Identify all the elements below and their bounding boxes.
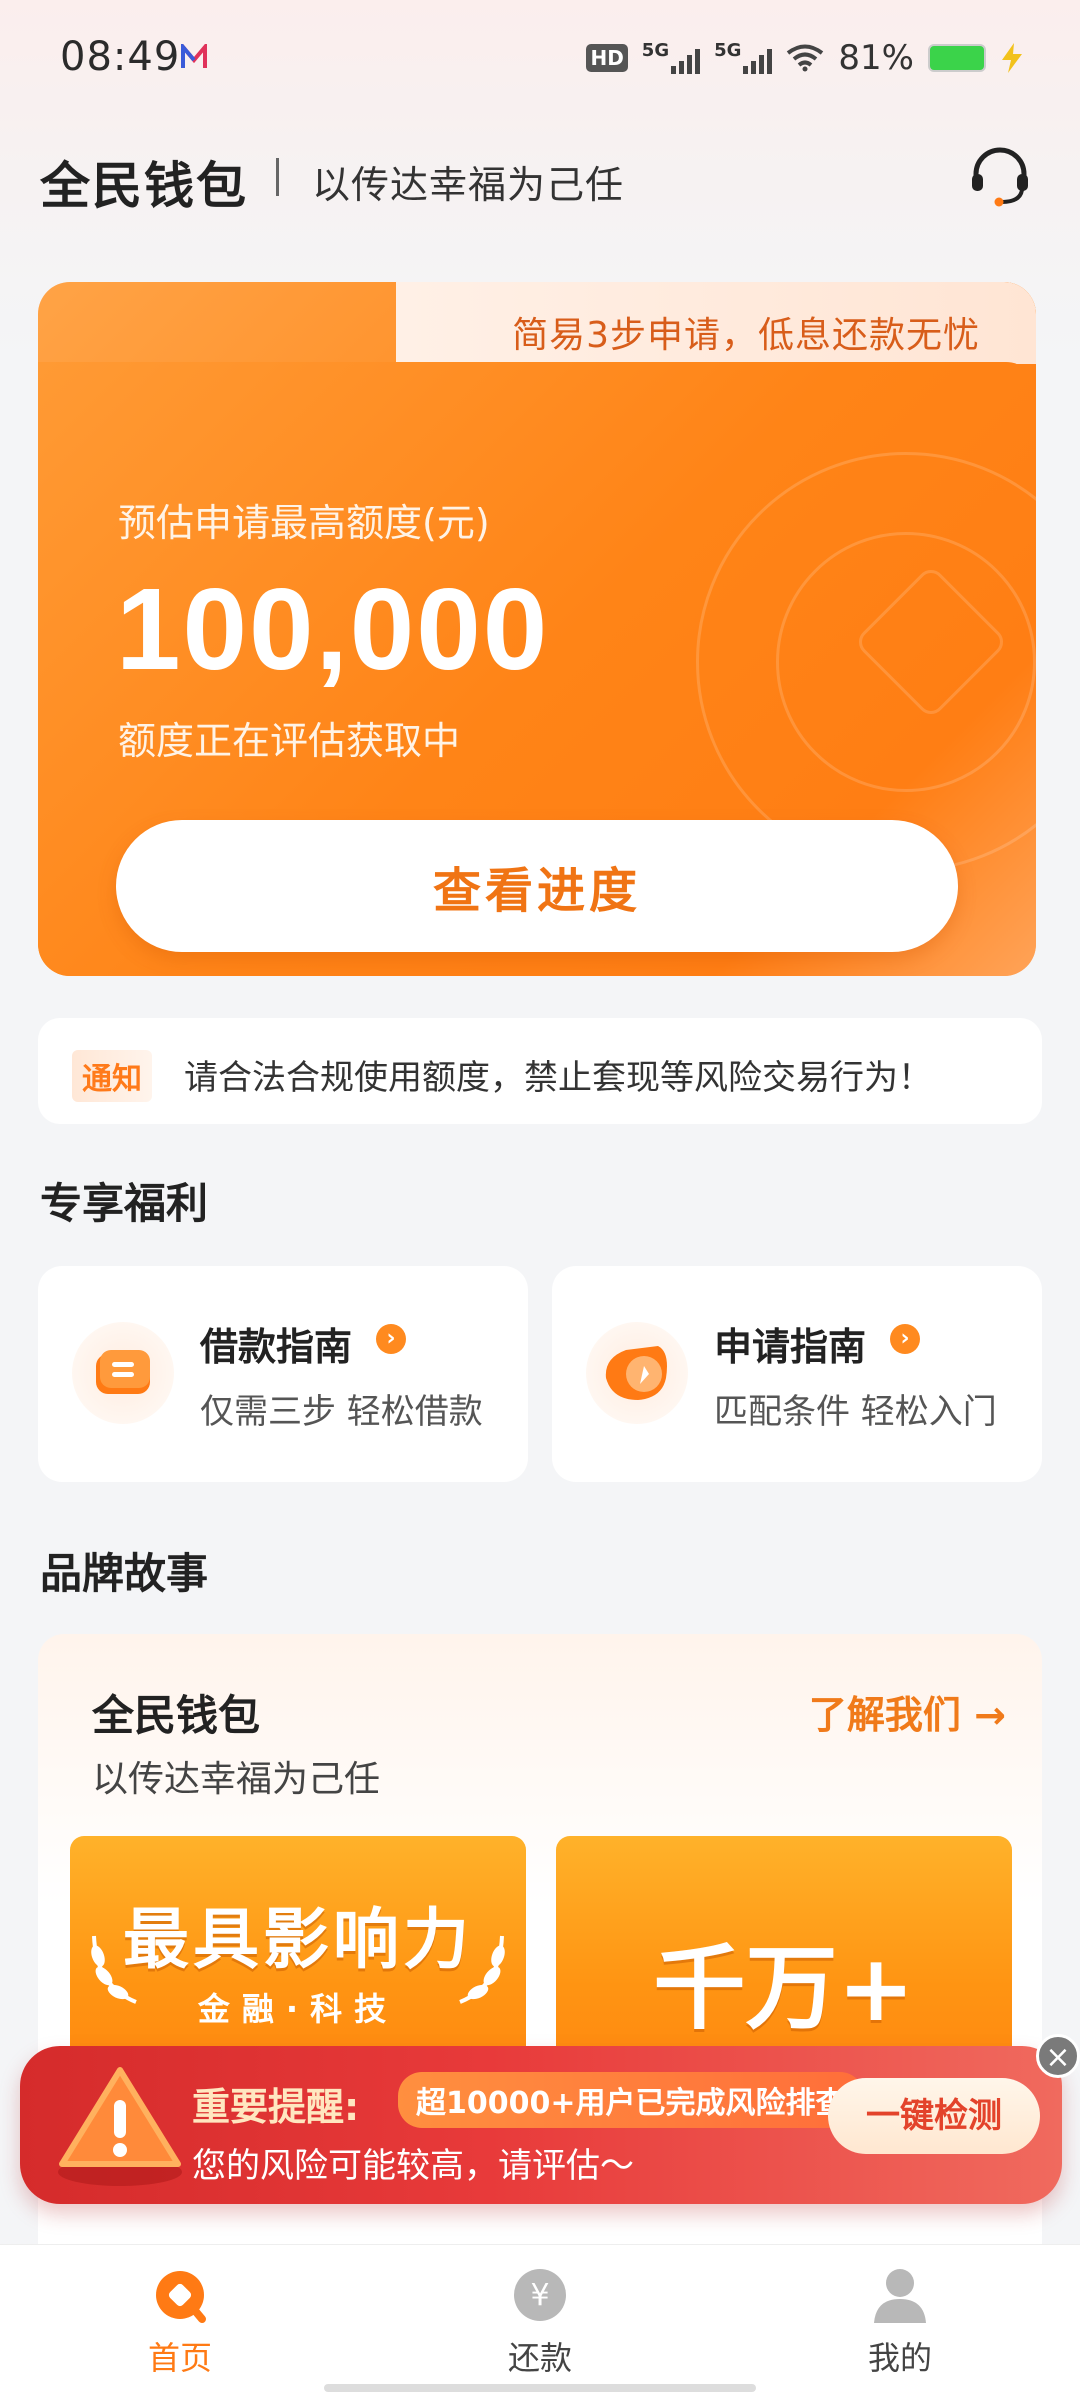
chevron-right-icon: › [376,1324,406,1354]
risk-reminder-banner[interactable]: 重要提醒: 超10000+用户已完成风险排查 您的风险可能较高，请评估～ 一键检… [20,2046,1062,2204]
app-header: 全民钱包 以传达幸福为己任 [40,140,1040,220]
home-indicator[interactable] [324,2384,756,2392]
status-time: 08:49 [60,34,181,80]
status-indicators: HD 5G 5G 81% [586,38,1024,78]
risk-stat-pill: 超10000+用户已完成风险排查 [398,2072,864,2128]
borrow-guide-card[interactable]: 借款指南 › 仅需三步 轻松借款 [38,1266,528,1482]
benefits-section-title: 专享福利 [40,1179,209,1228]
notice-tag: 通知 [72,1050,152,1102]
customer-service-icon[interactable] [966,142,1034,210]
apply-guide-title: 申请指南 [714,1325,867,1369]
notice-bar[interactable]: 通知 请合法合规使用额度，禁止套现等风险交易行为！ [38,1018,1042,1124]
home-icon [156,2271,206,2323]
app-page: 08:49 HD 5G 5G 81% 全民钱包 以传达幸福为己任 简易3步申请，… [0,0,1080,2400]
profile-icon [874,2269,926,2323]
network-type-1: 5G [641,40,670,61]
network-type-2: 5G [714,40,742,61]
brand-story-section-title: 品牌故事 [40,1549,209,1598]
tab-repay[interactable]: ¥ 还款 [450,2265,630,2379]
brand-slogan: 以传达幸福为己任 [312,163,625,207]
battery-icon [928,44,986,72]
story-title: 全民钱包 [92,1691,261,1740]
status-bar: 08:49 HD 5G 5G 81% [0,0,1080,120]
story-subtitle: 以传达幸福为己任 [92,1759,381,1800]
credit-limit-card: 简易3步申请，低息还款无忧 预估申请最高额度(元) 100,000 额度正在评估… [38,282,1036,976]
app-notification-icon [181,44,207,68]
hd-badge: HD [586,44,628,72]
limit-amount: 100,000 [116,564,550,694]
tab-profile-label: 我的 [867,2339,932,2377]
close-icon[interactable]: × [1036,2034,1080,2078]
check-progress-button[interactable]: 查看进度 [116,820,958,952]
notice-text: 请合法合规使用额度，禁止套现等风险交易行为！ [184,1058,932,1098]
users-count-text: 千万+ [653,1935,915,2042]
repay-icon: ¥ [514,2269,566,2321]
apply-guide-card[interactable]: 申请指南 › 匹配条件 轻松入门 [552,1266,1042,1482]
borrow-guide-title: 借款指南 [200,1325,353,1369]
influence-badge-text: 最具影响力 [123,1901,473,1978]
limit-label: 预估申请最高额度(元) [118,501,490,545]
warning-icon [58,2067,182,2186]
limit-status: 额度正在评估获取中 [118,719,461,763]
signal-icon-2: 5G [714,40,773,74]
brand-divider [276,158,279,196]
charging-icon [1002,43,1022,73]
tab-home-label: 首页 [147,2339,212,2377]
apply-guide-icon-bg [586,1322,688,1424]
borrow-guide-icon-bg [72,1322,174,1424]
borrow-guide-desc: 仅需三步 轻松借款 [200,1392,483,1432]
battery-percent: 81% [838,38,914,78]
tab-profile[interactable]: 我的 [810,2265,990,2379]
hero-body: 预估申请最高额度(元) 100,000 额度正在评估获取中 查看进度 [38,362,1036,976]
tab-home[interactable]: 首页 [90,2265,270,2379]
wallet-icon [96,1350,150,1394]
about-us-link[interactable]: 了解我们 → [809,1684,1006,1739]
risk-desc: 您的风险可能较高，请评估～ [192,2146,634,2186]
svg-text:¥: ¥ [530,2278,549,2313]
chevron-right-icon: › [890,1324,920,1354]
risk-title: 重要提醒: [192,2085,360,2129]
signal-icon-1: 5G [641,40,701,74]
hero-tab-text: 简易3步申请，低息还款无忧 [512,315,980,356]
wifi-icon [787,44,824,72]
apply-guide-desc: 匹配条件 轻松入门 [714,1392,997,1432]
brand-name: 全民钱包 [40,157,248,215]
brand-story-card: 全民钱包 以传达幸福为己任 了解我们 → 最具影响力 金融·科技 千万+ [38,1634,1042,2314]
compass-icon [605,1346,667,1400]
bottom-tab-bar: 首页 ¥ 还款 我的 [0,2244,1080,2400]
one-click-check-button[interactable]: 一键检测 [828,2078,1040,2154]
tab-repay-label: 还款 [507,2339,572,2377]
fintech-label: 金融·科技 [197,1990,399,2028]
